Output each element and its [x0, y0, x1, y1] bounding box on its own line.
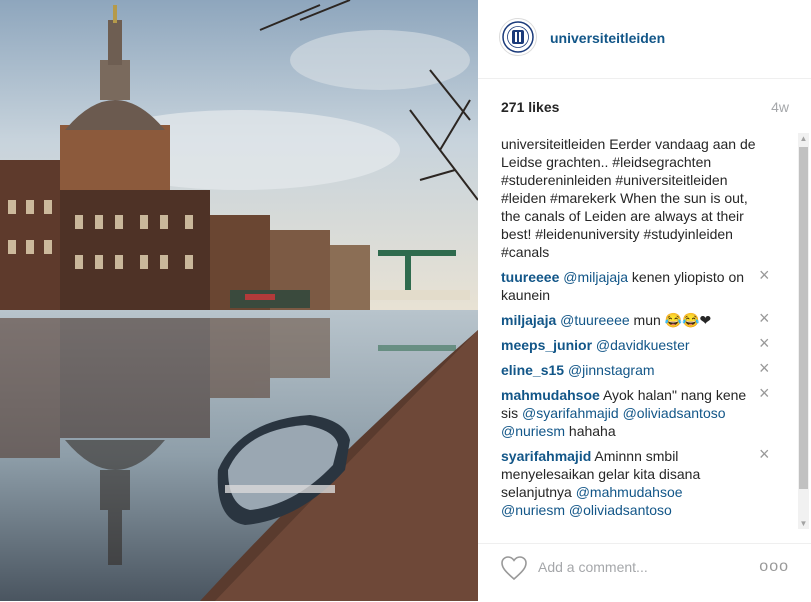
comment-username[interactable]: mahmudahsoe [501, 387, 600, 403]
comment-username[interactable]: tuureeee [501, 269, 559, 285]
comment-username[interactable]: syarifahmajid [501, 448, 591, 464]
comment-item: meeps_junior @davidkuester × [501, 334, 773, 354]
comment-item: syarifahmajid Aminnn smbil menyelesaikan… [501, 445, 773, 519]
caption-username[interactable]: universiteitleiden [501, 136, 605, 152]
scroll-up-arrow-icon[interactable]: ▲ [798, 133, 809, 144]
comment-item: miljajaja @tuureeee mun 😂😂❤ × [501, 309, 773, 329]
delete-comment-close-icon[interactable]: × [759, 359, 773, 377]
comment-text: mun 😂😂❤ [629, 312, 712, 328]
post-panel: universiteitleiden 271 likes 4w universi… [478, 0, 811, 601]
comment-username[interactable]: eline_s15 [501, 362, 564, 378]
delete-comment-close-icon[interactable]: × [759, 309, 773, 327]
comment-text: hahaha [565, 423, 616, 439]
comments-scrollbar[interactable]: ▲ ▼ [798, 133, 809, 529]
delete-comment-close-icon[interactable]: × [759, 334, 773, 352]
tag-link[interactable]: #leidsegrachten [612, 154, 711, 170]
like-heart-icon[interactable] [500, 555, 528, 581]
tag-link[interactable]: @nuriesm [501, 502, 565, 518]
tag-link[interactable]: @nuriesm [501, 423, 565, 439]
more-options-icon[interactable]: ooo [759, 558, 789, 576]
tag-link[interactable]: #studyinleiden [643, 226, 733, 242]
tag-link[interactable]: @jinnstagram [568, 362, 655, 378]
post-photo [0, 0, 478, 601]
post-header: universiteitleiden [478, 0, 811, 79]
likes-count[interactable]: 271 likes [501, 99, 559, 115]
tag-link[interactable]: @miljajaja [563, 269, 628, 285]
comments-list[interactable]: universiteitleiden Eerder vandaag aan de… [501, 135, 773, 538]
tag-link[interactable]: #universiteitleiden [615, 172, 727, 188]
add-comment-input[interactable] [538, 556, 738, 578]
tag-link[interactable]: #canals [501, 244, 549, 260]
delete-comment-close-icon[interactable]: × [759, 384, 773, 402]
tag-link[interactable]: #leidenuniversity [535, 226, 639, 242]
tag-link[interactable]: @syarifahmajid [522, 405, 619, 421]
scroll-down-arrow-icon[interactable]: ▼ [798, 518, 809, 529]
tag-link[interactable]: @tuureeee [560, 312, 629, 328]
tag-link[interactable]: #studereninleiden [501, 172, 612, 188]
tag-link[interactable]: @davidkuester [596, 337, 690, 353]
scrollbar-thumb[interactable] [799, 147, 808, 489]
tag-link[interactable]: #marekerk [550, 190, 616, 206]
post-footer: ooo [478, 543, 811, 602]
comment-item: mahmudahsoe Ayok halan" nang kene sis @s… [501, 384, 773, 440]
tag-link[interactable]: #leiden [501, 190, 546, 206]
tag-link[interactable]: @oliviadsantoso [623, 405, 726, 421]
comment-item: tuureeee @miljajaja kenen yliopisto on k… [501, 266, 773, 304]
delete-comment-close-icon[interactable]: × [759, 266, 773, 284]
avatar[interactable] [499, 18, 537, 56]
tag-link[interactable]: @oliviadsantoso [569, 502, 672, 518]
comment-username[interactable]: meeps_junior [501, 337, 592, 353]
tag-link[interactable]: @mahmudahsoe [576, 484, 683, 500]
delete-comment-close-icon[interactable]: × [759, 445, 773, 463]
post-username-link[interactable]: universiteitleiden [550, 30, 665, 46]
comment-username[interactable]: miljajaja [501, 312, 556, 328]
post-caption: universiteitleiden Eerder vandaag aan de… [501, 135, 773, 261]
post-time[interactable]: 4w [771, 99, 789, 115]
comment-item: eline_s15 @jinnstagram × [501, 359, 773, 379]
